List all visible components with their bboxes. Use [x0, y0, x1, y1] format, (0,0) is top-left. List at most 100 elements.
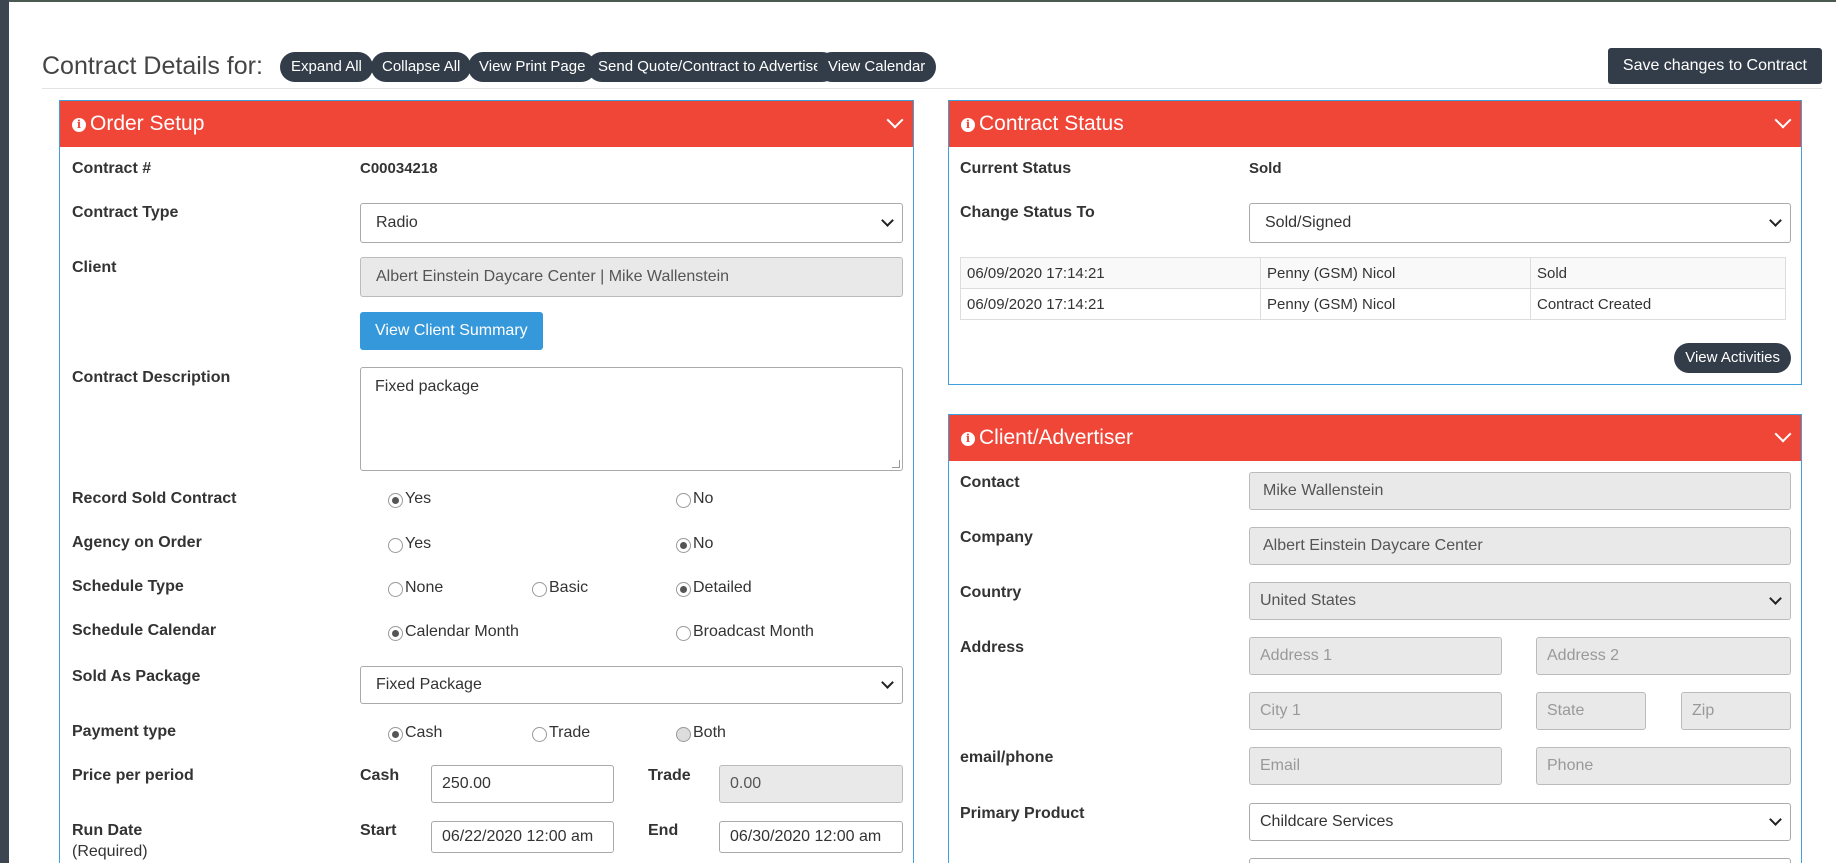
email-input[interactable]: Email [1249, 747, 1502, 785]
record-sold-no-label: No [693, 490, 714, 507]
view-calendar-button[interactable]: View Calendar [817, 52, 937, 82]
expand-all-button[interactable]: Expand All [280, 52, 373, 82]
city-input[interactable]: City 1 [1249, 692, 1502, 730]
record-sold-no-radio[interactable] [676, 493, 691, 508]
payment-cash-radio[interactable] [388, 727, 403, 742]
broadcast-month-label: Broadcast Month [693, 623, 814, 640]
page-header: Contract Details for: Expand All Collaps… [42, 46, 1822, 88]
history-user: Penny (GSM) Nicol [1260, 257, 1531, 289]
state-input[interactable]: State [1536, 692, 1646, 730]
phone-input[interactable]: Phone [1536, 747, 1791, 785]
payment-trade-label: Trade [549, 724, 591, 741]
sold-as-package-label: Sold As Package [72, 668, 201, 685]
country-value: United States [1260, 592, 1357, 609]
run-date-required-label: (Required) [72, 843, 148, 860]
client-field[interactable]: Albert Einstein Daycare Center | Mike Wa… [360, 257, 903, 297]
client-advertiser-panel: i Client/Advertiser Contact Mike Wallenst… [948, 414, 1802, 863]
contract-type-select[interactable]: Radio [360, 203, 903, 243]
view-print-page-button[interactable]: View Print Page [468, 52, 597, 82]
record-sold-yes-radio[interactable] [388, 493, 403, 508]
payment-cash-label: Cash [405, 724, 443, 741]
order-setup-title: Order Setup [90, 112, 205, 135]
chevron-down-icon[interactable] [1774, 425, 1792, 443]
price-cash-label: Cash [360, 767, 400, 784]
address1-input[interactable]: Address 1 [1249, 637, 1502, 675]
agency-no-label: No [693, 535, 714, 552]
payment-both-radio[interactable] [676, 727, 691, 742]
agency-yes-label: Yes [405, 535, 432, 552]
primary-product-value: Childcare Services [1260, 813, 1394, 830]
table-row: 06/09/2020 17:14:21 Penny (GSM) Nicol So… [960, 257, 1786, 289]
schedule-type-label: Schedule Type [72, 578, 184, 595]
schedule-basic-radio[interactable] [532, 582, 547, 597]
contract-type-label: Contract Type [72, 204, 179, 221]
view-client-summary-button[interactable]: View Client Summary [360, 312, 543, 350]
company-field[interactable]: Albert Einstein Daycare Center [1249, 527, 1791, 565]
history-status: Sold [1530, 257, 1786, 289]
country-label: Country [960, 584, 1022, 601]
chevron-down-icon[interactable] [886, 111, 904, 129]
payment-trade-radio[interactable] [532, 727, 547, 742]
left-edge-bar [0, 0, 9, 863]
calendar-month-radio[interactable] [388, 626, 403, 641]
send-quote-button[interactable]: Send Quote/Contract to Advertiser [587, 52, 838, 82]
address-label: Address [960, 639, 1025, 656]
contact-field[interactable]: Mike Wallenstein [1249, 472, 1791, 510]
record-sold-yes-label: Yes [405, 490, 432, 507]
agency-yes-radio[interactable] [388, 538, 403, 553]
broadcast-month-radio[interactable] [676, 626, 691, 641]
run-date-start-input[interactable]: 06/22/2020 12:00 am [431, 821, 614, 853]
info-icon: i [961, 432, 975, 446]
chevron-down-icon [1769, 214, 1782, 227]
zip-input[interactable]: Zip [1681, 692, 1791, 730]
status-history-table: 06/09/2020 17:14:21 Penny (GSM) Nicol So… [960, 257, 1786, 320]
order-setup-header[interactable]: i Order Setup [60, 101, 913, 147]
agency-no-radio[interactable] [676, 538, 691, 553]
record-sold-label: Record Sold Contract [72, 490, 237, 507]
email-phone-label: email/phone [960, 749, 1054, 766]
country-select[interactable]: United States [1249, 582, 1791, 620]
header-divider [42, 88, 1822, 89]
sold-as-package-select[interactable]: Fixed Package [360, 666, 903, 704]
payment-both-label: Both [693, 724, 726, 741]
address2-input[interactable]: Address 2 [1536, 637, 1791, 675]
collapse-all-button[interactable]: Collapse All [371, 52, 472, 82]
contract-description-label: Contract Description [72, 369, 231, 386]
run-date-end-label: End [648, 822, 679, 839]
change-status-select[interactable]: Sold/Signed [1249, 203, 1791, 243]
price-trade-label: Trade [648, 767, 691, 784]
schedule-none-radio[interactable] [388, 582, 403, 597]
client-advertiser-header[interactable]: i Client/Advertiser [949, 415, 1801, 461]
contract-description-textarea[interactable]: Fixed package [360, 367, 903, 471]
contract-number-value: C00034218 [360, 160, 438, 177]
resize-handle-icon[interactable] [892, 460, 900, 468]
top-border [9, 0, 1836, 2]
page-title: Contract Details for: [42, 52, 263, 80]
history-user: Penny (GSM) Nicol [1260, 288, 1531, 320]
view-activities-button[interactable]: View Activities [1674, 343, 1791, 373]
next-select[interactable] [1249, 858, 1791, 863]
table-row: 06/09/2020 17:14:21 Penny (GSM) Nicol Co… [960, 288, 1786, 320]
price-trade-input[interactable]: 0.00 [719, 765, 903, 803]
company-label: Company [960, 529, 1033, 546]
run-date-start-label: Start [360, 822, 397, 839]
contract-status-title: Contract Status [979, 112, 1124, 135]
change-status-label: Change Status To [960, 204, 1095, 221]
price-cash-input[interactable]: 250.00 [431, 765, 614, 803]
save-contract-button[interactable]: Save changes to Contract [1607, 48, 1822, 84]
chevron-down-icon[interactable] [1774, 111, 1792, 129]
chevron-down-icon [881, 214, 894, 227]
order-setup-panel: i Order Setup Contract # C00034218 Contra… [59, 100, 914, 863]
run-date-end-input[interactable]: 06/30/2020 12:00 am [719, 821, 903, 853]
price-per-period-label: Price per period [72, 767, 194, 784]
agency-label: Agency on Order [72, 534, 202, 551]
primary-product-select[interactable]: Childcare Services [1249, 803, 1791, 841]
schedule-detailed-radio[interactable] [676, 582, 691, 597]
schedule-detailed-label: Detailed [693, 579, 752, 596]
client-label: Client [72, 259, 117, 276]
schedule-basic-label: Basic [549, 579, 589, 596]
contract-status-header[interactable]: i Contract Status [949, 101, 1801, 147]
current-status-label: Current Status [960, 160, 1072, 177]
info-icon: i [961, 118, 975, 132]
client-advertiser-title: Client/Advertiser [979, 426, 1134, 449]
